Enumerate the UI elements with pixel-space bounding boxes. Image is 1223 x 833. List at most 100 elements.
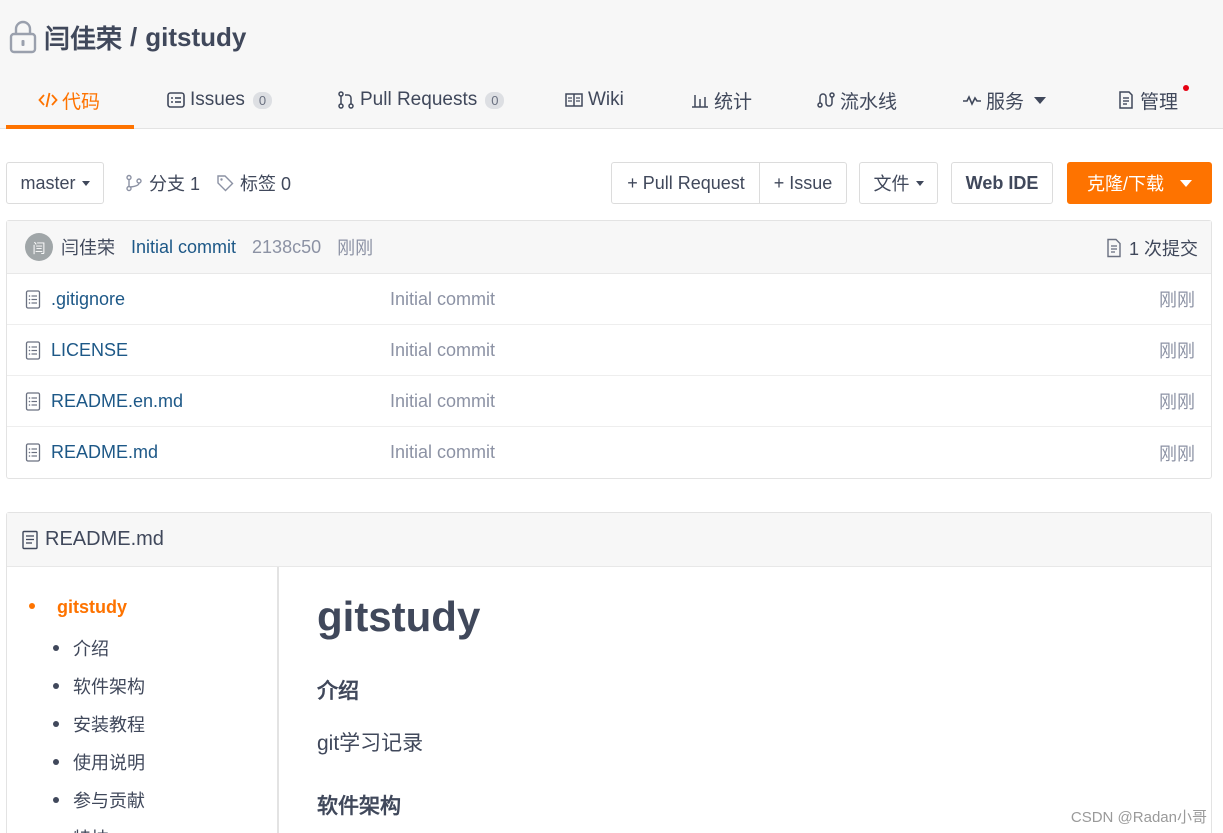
- tags-link[interactable]: 标签 0: [216, 162, 291, 204]
- file-commit-time: 刚刚: [1159, 341, 1195, 361]
- toc-item-label: 介绍: [73, 639, 109, 659]
- tab-label: 服务: [986, 91, 1025, 113]
- readme-title: gitstudy: [317, 593, 481, 640]
- branches-count: 分支 1: [149, 174, 201, 194]
- repo-name-link[interactable]: gitstudy: [145, 22, 246, 53]
- service-icon: [963, 95, 981, 106]
- new-issue-button[interactable]: + Issue: [759, 162, 847, 204]
- file-commit-message[interactable]: Initial commit: [390, 289, 495, 310]
- tab-label: 统计: [714, 91, 753, 113]
- pipeline-icon: [817, 92, 835, 108]
- toc-item-architecture[interactable]: 软件架构: [53, 673, 145, 699]
- tab-wiki[interactable]: Wiki: [564, 72, 624, 128]
- pull-request-icon: [338, 91, 354, 109]
- file-list: 闫 闫佳荣 Initial commit 2138c50 刚刚 1 次提交 .g…: [6, 220, 1212, 479]
- file-icon: [25, 392, 41, 411]
- clone-download-button[interactable]: 克隆/下载: [1067, 162, 1212, 204]
- toc-item-install[interactable]: 安装教程: [53, 711, 145, 737]
- chevron-down-icon: [1034, 96, 1047, 104]
- tab-code[interactable]: 代码: [38, 72, 100, 128]
- tab-service[interactable]: 服务: [962, 72, 1047, 128]
- file-commit-message[interactable]: Initial commit: [390, 391, 495, 412]
- chevron-down-icon: [1180, 179, 1192, 187]
- toc-item-usage[interactable]: 使用说明: [53, 749, 145, 775]
- file-icon: [25, 290, 41, 309]
- toc-item-label: 特技: [73, 829, 109, 833]
- file-commit-message[interactable]: Initial commit: [390, 340, 495, 361]
- readme-heading-intro: 介绍: [317, 680, 359, 703]
- file-row[interactable]: README.en.md Initial commit 刚刚: [7, 376, 1211, 427]
- tab-label: Issues: [190, 89, 245, 110]
- bullet-icon: [53, 759, 59, 766]
- file-commit-time: 刚刚: [1159, 290, 1195, 310]
- avatar[interactable]: 闫: [25, 233, 53, 261]
- bullet-icon: [53, 683, 59, 690]
- readme-filename: README.md: [45, 528, 164, 550]
- manage-icon: [1119, 91, 1133, 109]
- file-commit-message[interactable]: Initial commit: [390, 442, 495, 463]
- file-row[interactable]: .gitignore Initial commit 刚刚: [7, 274, 1211, 325]
- tags-count: 标签 0: [240, 174, 292, 194]
- branches-link[interactable]: 分支 1: [125, 162, 200, 204]
- readme-file-icon: [22, 530, 38, 549]
- web-ide-button[interactable]: Web IDE: [951, 162, 1053, 204]
- bullet-icon: [53, 797, 59, 804]
- repo-owner-link[interactable]: 闫佳荣: [44, 19, 122, 56]
- notification-dot: [1183, 85, 1189, 91]
- file-name-link[interactable]: .gitignore: [51, 289, 125, 310]
- bullet-icon: [29, 603, 35, 610]
- commit-count-link[interactable]: 1 次提交: [1105, 221, 1198, 274]
- readme-header: README.md: [7, 513, 1211, 567]
- file-row[interactable]: README.md Initial commit 刚刚: [7, 427, 1211, 478]
- tab-stats[interactable]: 统计: [690, 72, 752, 128]
- commit-message-link[interactable]: Initial commit: [131, 237, 236, 258]
- repo-tabs: 代码 Issues 0 Pull Requests 0 Wiki 统计 流水线 …: [0, 72, 1223, 128]
- file-row[interactable]: LICENSE Initial commit 刚刚: [7, 325, 1211, 376]
- issues-count-badge: 0: [252, 91, 273, 109]
- bullet-icon: [53, 645, 59, 652]
- code-icon: [38, 92, 58, 108]
- readme-intro-text: git学习记录: [317, 732, 424, 755]
- latest-commit-bar: 闫 闫佳荣 Initial commit 2138c50 刚刚 1 次提交: [7, 221, 1211, 274]
- file-commit-time: 刚刚: [1159, 392, 1195, 412]
- branch-icon: [126, 174, 142, 192]
- new-pull-request-button[interactable]: + Pull Request: [611, 162, 761, 204]
- commit-author[interactable]: 闫佳荣: [61, 234, 115, 260]
- branch-select-value: master: [20, 172, 76, 193]
- tab-label: 管理: [1140, 91, 1179, 113]
- toc-item-intro[interactable]: 介绍: [53, 635, 109, 661]
- toc-item-label: 安装教程: [73, 715, 145, 735]
- toc-item-label: 参与贡献: [73, 791, 145, 811]
- commits-icon: [1107, 238, 1121, 257]
- tab-issues[interactable]: Issues 0: [166, 72, 273, 128]
- chevron-down-icon: [81, 180, 90, 186]
- tab-pull-requests[interactable]: Pull Requests 0: [336, 72, 505, 128]
- watermark: CSDN @Radan小哥: [1070, 809, 1207, 826]
- tab-manage[interactable]: 管理: [1116, 72, 1178, 128]
- commit-count-label: 1 次提交: [1128, 238, 1198, 259]
- repo-separator: /: [130, 21, 138, 52]
- bullet-icon: [53, 721, 59, 728]
- toc-item-label: 使用说明: [73, 753, 145, 773]
- tab-label: Pull Requests: [360, 89, 478, 110]
- file-name-link[interactable]: README.en.md: [51, 391, 183, 412]
- repo-title: 闫佳荣 / gitstudy: [8, 16, 246, 58]
- active-tab-indicator: [6, 125, 134, 129]
- file-menu-button[interactable]: 文件: [859, 162, 938, 204]
- wiki-icon: [565, 93, 583, 107]
- file-icon: [25, 341, 41, 360]
- commit-sha[interactable]: 2138c50: [252, 237, 321, 258]
- branch-select[interactable]: master: [6, 162, 104, 204]
- readme-toc: gitstudy 介绍 软件架构 安装教程 使用说明 参与贡献 特技: [7, 567, 279, 833]
- toc-item-label: gitstudy: [57, 597, 127, 617]
- toc-item-contribute[interactable]: 参与贡献: [53, 787, 145, 813]
- file-name-link[interactable]: LICENSE: [51, 340, 128, 361]
- clone-download-label: 克隆/下载: [1086, 174, 1164, 194]
- file-name-link[interactable]: README.md: [51, 442, 158, 463]
- readme-panel: README.md gitstudy 介绍 软件架构 安装教程 使用说明 参与贡…: [6, 512, 1212, 833]
- tab-pipeline[interactable]: 流水线: [816, 72, 897, 128]
- toc-item-features[interactable]: 特技: [53, 825, 109, 833]
- tab-label: Wiki: [588, 89, 624, 110]
- toc-item-gitstudy[interactable]: gitstudy: [29, 597, 127, 618]
- issues-icon: [167, 92, 185, 108]
